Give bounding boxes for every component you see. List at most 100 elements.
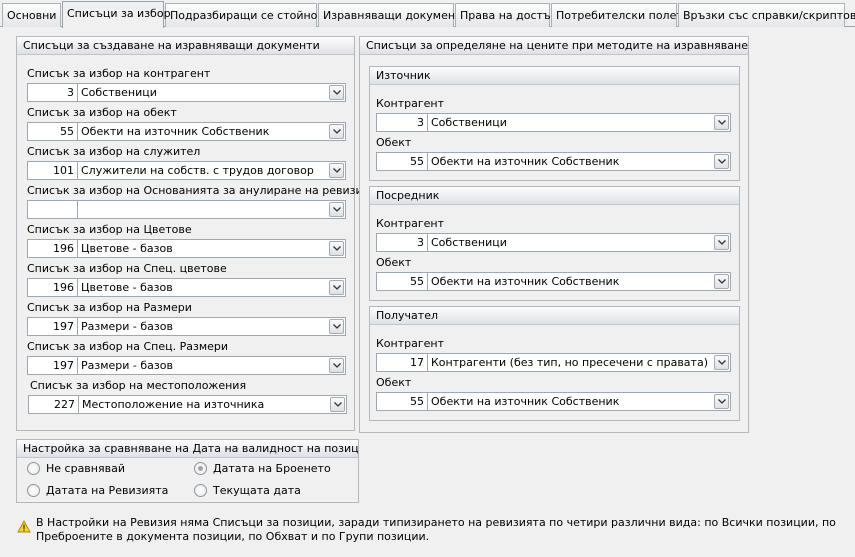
chevron-down-icon: [333, 129, 341, 134]
list-id-field[interactable]: 17: [376, 353, 428, 372]
group-box: Получател Контрагент 17 Контрагенти (без ти…: [369, 306, 740, 421]
list-name-select[interactable]: Цветове - базов: [77, 278, 346, 297]
field-label: Списък за избор на Размери: [27, 301, 192, 314]
dropdown-button[interactable]: [329, 124, 344, 139]
list-name-select[interactable]: Собственици: [77, 83, 346, 102]
list-id-field[interactable]: 197: [27, 317, 78, 336]
list-combo[interactable]: 197 Размери - базов: [27, 317, 346, 336]
field-label: Списък за избор на служител: [27, 145, 201, 158]
list-name-select[interactable]: Обекти на източник Собственик: [77, 122, 346, 141]
tab-general[interactable]: Основни: [2, 3, 61, 27]
chevron-down-icon: [718, 120, 726, 125]
list-name-select[interactable]: Собственици: [427, 113, 731, 132]
radio-circle[interactable]: [194, 462, 207, 475]
list-combo[interactable]: 197 Размери - базов: [27, 356, 346, 375]
list-name-select[interactable]: Размери - базов: [77, 317, 346, 336]
radio-circle[interactable]: [27, 484, 40, 497]
list-id-field[interactable]: 55: [376, 272, 428, 291]
list-id-field[interactable]: 197: [27, 356, 78, 375]
list-id-field[interactable]: 227: [28, 395, 79, 414]
chevron-down-icon: [333, 324, 341, 329]
chevron-down-icon: [334, 402, 342, 407]
field-label: Контрагент: [376, 337, 445, 350]
field-label: Списък за избор на Спец. Размери: [27, 340, 229, 353]
list-name-select[interactable]: Цветове - базов: [77, 239, 346, 258]
list-name-select[interactable]: Контрагенти (без тип, но пресечени с пра…: [427, 353, 731, 372]
tab-label: Основни: [7, 9, 57, 22]
list-name-select[interactable]: Служители на собств. с трудов договор: [77, 161, 346, 180]
dropdown-button[interactable]: [329, 163, 344, 178]
list-id-field[interactable]: 55: [376, 392, 428, 411]
panel-title: Списъци за създаване на изравняващи доку…: [17, 37, 354, 55]
dropdown-button[interactable]: [329, 202, 344, 217]
field-label: Списък за избор на обект: [27, 106, 177, 119]
chevron-down-icon: [333, 363, 341, 368]
object-combo[interactable]: 55 Обекти на източник Собственик: [376, 392, 731, 411]
radio-label: Не сравнявай: [46, 462, 125, 475]
list-name-select[interactable]: [77, 200, 346, 219]
chevron-down-icon: [333, 207, 341, 212]
counterparty-combo[interactable]: 17 Контрагенти (без тип, но пресечени с п…: [376, 353, 731, 372]
dropdown-button[interactable]: [714, 235, 729, 250]
dropdown-button[interactable]: [329, 280, 344, 295]
dropdown-button[interactable]: [714, 115, 729, 130]
radio-label: Текущата дата: [213, 484, 301, 497]
list-id-field[interactable]: 55: [27, 122, 78, 141]
dropdown-button[interactable]: [714, 274, 729, 289]
list-name-select[interactable]: Обекти на източник Собственик: [427, 272, 731, 291]
list-id-field[interactable]: [27, 200, 78, 219]
list-combo[interactable]: 101 Служители на собств. с трудов договор: [27, 161, 346, 180]
list-name-select[interactable]: Обекти на източник Собственик: [427, 152, 731, 171]
tab-selection-lists[interactable]: Списъци за избор: [62, 1, 171, 28]
dropdown-button[interactable]: [330, 397, 345, 412]
radio-circle[interactable]: [194, 484, 207, 497]
warning-icon: [17, 520, 31, 533]
list-name-select[interactable]: Собственици: [427, 233, 731, 252]
dropdown-button[interactable]: [329, 241, 344, 256]
date-compare-panel: Настройка за сравняване на Дата на валид…: [16, 439, 359, 503]
list-id-field[interactable]: 196: [27, 278, 78, 297]
group-title: Посредник: [370, 187, 739, 205]
chevron-down-icon: [718, 360, 726, 365]
tab-access-rights[interactable]: Права на достъп: [455, 3, 558, 27]
radio-circle[interactable]: [27, 462, 40, 475]
list-combo[interactable]: [27, 200, 346, 219]
list-combo[interactable]: 196 Цветове - базов: [27, 239, 346, 258]
list-name-select[interactable]: Обекти на източник Собственик: [427, 392, 731, 411]
dropdown-button[interactable]: [714, 154, 729, 169]
field-label: Списък за избор на Цветове: [27, 223, 192, 236]
counterparty-combo[interactable]: 3 Собственици: [376, 113, 731, 132]
list-id-field[interactable]: 3: [376, 233, 428, 252]
object-combo[interactable]: 55 Обекти на източник Собственик: [376, 272, 731, 291]
tab-balancing-documents[interactable]: Изравняващи документи: [318, 3, 469, 27]
tab-label: Изравняващи документи: [323, 9, 469, 22]
list-id-field[interactable]: 3: [27, 83, 78, 102]
list-id-field[interactable]: 55: [376, 152, 428, 171]
dropdown-button[interactable]: [329, 358, 344, 373]
list-id-field[interactable]: 196: [27, 239, 78, 258]
list-name-select[interactable]: Размери - базов: [77, 356, 346, 375]
chevron-down-icon: [333, 90, 341, 95]
dropdown-button[interactable]: [329, 319, 344, 334]
list-combo[interactable]: 55 Обекти на източник Собственик: [27, 122, 346, 141]
dropdown-button[interactable]: [714, 394, 729, 409]
dropdown-button[interactable]: [329, 85, 344, 100]
list-name-select[interactable]: Местоположение на източника: [78, 395, 347, 414]
tab-default-values[interactable]: Подразбиращи се стойности: [165, 3, 337, 27]
list-combo[interactable]: 227 Местоположение на източника: [28, 395, 347, 414]
list-combo[interactable]: 196 Цветове - базов: [27, 278, 346, 297]
object-combo[interactable]: 55 Обекти на източник Собственик: [376, 152, 731, 171]
tab-report-links[interactable]: Връзки със справки/скриптове: [678, 3, 855, 27]
field-label: Контрагент: [376, 217, 445, 230]
group-box: Източник Контрагент 3 Собственици Обект 55 Обе…: [369, 66, 740, 181]
list-id-field[interactable]: 101: [27, 161, 78, 180]
list-combo[interactable]: 3 Собственици: [27, 83, 346, 102]
price-lists-panel: Списъци за определяне на цените при мето…: [359, 36, 749, 433]
list-id-field[interactable]: 3: [376, 113, 428, 132]
field-label: Списък за избор на местоположения: [30, 379, 247, 392]
tab-user-fields[interactable]: Потребителски полета: [551, 3, 690, 27]
tab-bar: Основни Списъци за избор Подразбиращи се…: [0, 0, 855, 28]
counterparty-combo[interactable]: 3 Собственици: [376, 233, 731, 252]
chevron-down-icon: [333, 168, 341, 173]
dropdown-button[interactable]: [714, 355, 729, 370]
